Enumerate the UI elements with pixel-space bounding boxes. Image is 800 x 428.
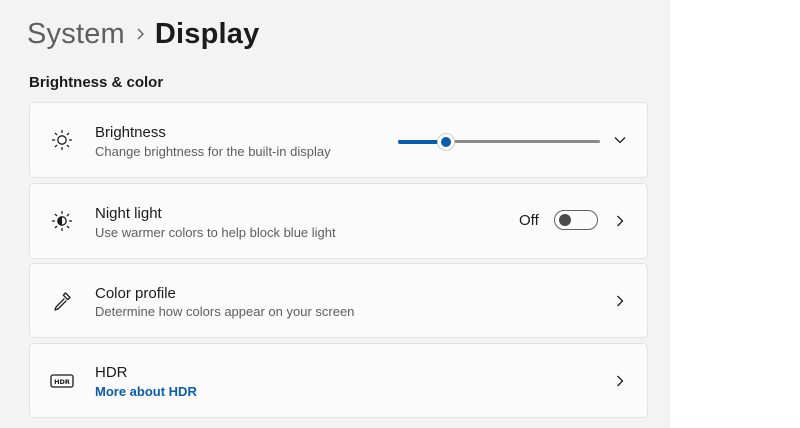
chevron-right-icon xyxy=(125,27,155,41)
night-light-title: Night light xyxy=(95,205,162,222)
color-profile-title: Color profile xyxy=(95,285,176,302)
sun-icon xyxy=(50,128,74,152)
night-light-description: Use warmer colors to help block blue lig… xyxy=(95,225,336,240)
breadcrumb-system[interactable]: System xyxy=(27,18,125,51)
chevron-right-icon[interactable] xyxy=(613,214,627,228)
chevron-right-icon[interactable] xyxy=(613,294,627,308)
night-light-state: Off xyxy=(519,212,539,229)
brightness-title: Brightness xyxy=(95,124,166,141)
svg-text:HDR: HDR xyxy=(54,378,70,386)
brightness-description: Change brightness for the built-in displ… xyxy=(95,144,331,159)
color-profile-description: Determine how colors appear on your scre… xyxy=(95,304,355,319)
toggle-knob xyxy=(559,214,571,226)
night-light-toggle[interactable] xyxy=(554,210,598,230)
breadcrumb: System Display xyxy=(27,14,259,54)
hdr-icon: HDR xyxy=(50,369,74,393)
slider-thumb[interactable] xyxy=(437,133,456,151)
half-sun-icon xyxy=(50,209,74,233)
more-about-hdr-link[interactable]: More about HDR xyxy=(95,384,197,399)
brightness-slider[interactable] xyxy=(398,133,600,151)
night-light-card[interactable]: Night light Use warmer colors to help bl… xyxy=(29,183,648,259)
page-title: Display xyxy=(154,17,260,50)
chevron-right-icon[interactable] xyxy=(613,374,627,388)
color-profile-card[interactable]: Color profile Determine how colors appea… xyxy=(29,263,648,338)
settings-pane: System Display Brightness & color Bright… xyxy=(0,0,670,428)
hdr-card[interactable]: HDR HDR More about HDR xyxy=(29,343,648,418)
section-title: Brightness & color xyxy=(29,74,164,91)
chevron-down-icon[interactable] xyxy=(613,133,627,147)
hdr-title: HDR xyxy=(95,364,128,381)
eyedropper-icon xyxy=(50,289,74,313)
brightness-card[interactable]: Brightness Change brightness for the bui… xyxy=(29,102,648,178)
